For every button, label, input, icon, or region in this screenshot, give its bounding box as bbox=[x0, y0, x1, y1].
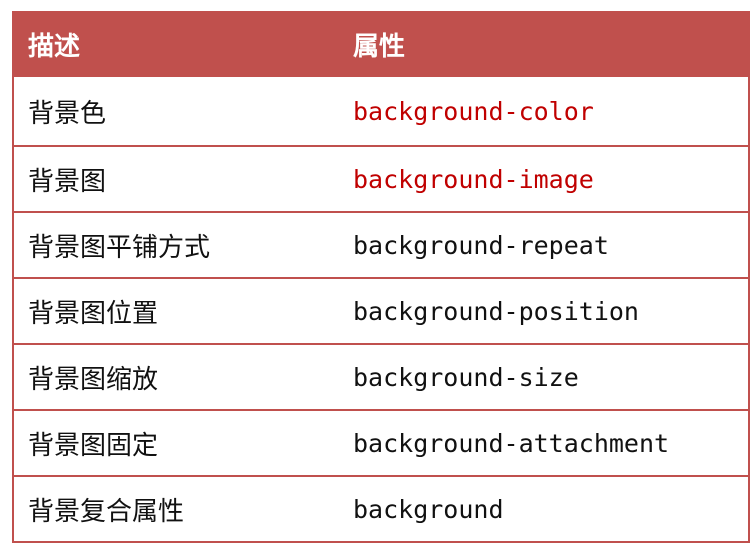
row-desc: 背景图 bbox=[28, 166, 107, 197]
row-desc: 背景图缩放 bbox=[28, 364, 159, 395]
table-row: 背景图 background-image bbox=[14, 145, 748, 211]
header-prop: 属性 bbox=[353, 31, 406, 62]
row-prop: background-color bbox=[353, 96, 594, 126]
table-row: 背景图平铺方式 background-repeat bbox=[14, 211, 748, 277]
table-header: 描述 属性 bbox=[14, 11, 748, 77]
table-row: 背景图固定 background-attachment bbox=[14, 409, 748, 475]
properties-table: 描述 属性 背景色 background-color 背景图 backgroun… bbox=[12, 11, 750, 543]
table-row: 背景色 background-color bbox=[14, 77, 748, 145]
row-prop: background-attachment bbox=[353, 428, 670, 458]
table-row: 背景图位置 background-position bbox=[14, 277, 748, 343]
table-row: 背景图缩放 background-size bbox=[14, 343, 748, 409]
row-prop: background-position bbox=[353, 296, 639, 326]
row-desc: 背景图位置 bbox=[28, 298, 159, 329]
row-prop: background-size bbox=[353, 362, 579, 392]
row-prop: background bbox=[353, 494, 504, 524]
header-desc: 描述 bbox=[28, 31, 81, 62]
row-prop: background-repeat bbox=[353, 230, 609, 260]
row-desc: 背景色 bbox=[28, 98, 107, 129]
row-desc: 背景复合属性 bbox=[28, 496, 185, 527]
row-desc: 背景图平铺方式 bbox=[28, 232, 211, 263]
row-prop: background-image bbox=[353, 164, 594, 194]
table-row: 背景复合属性 background bbox=[14, 475, 748, 541]
row-desc: 背景图固定 bbox=[28, 430, 159, 461]
